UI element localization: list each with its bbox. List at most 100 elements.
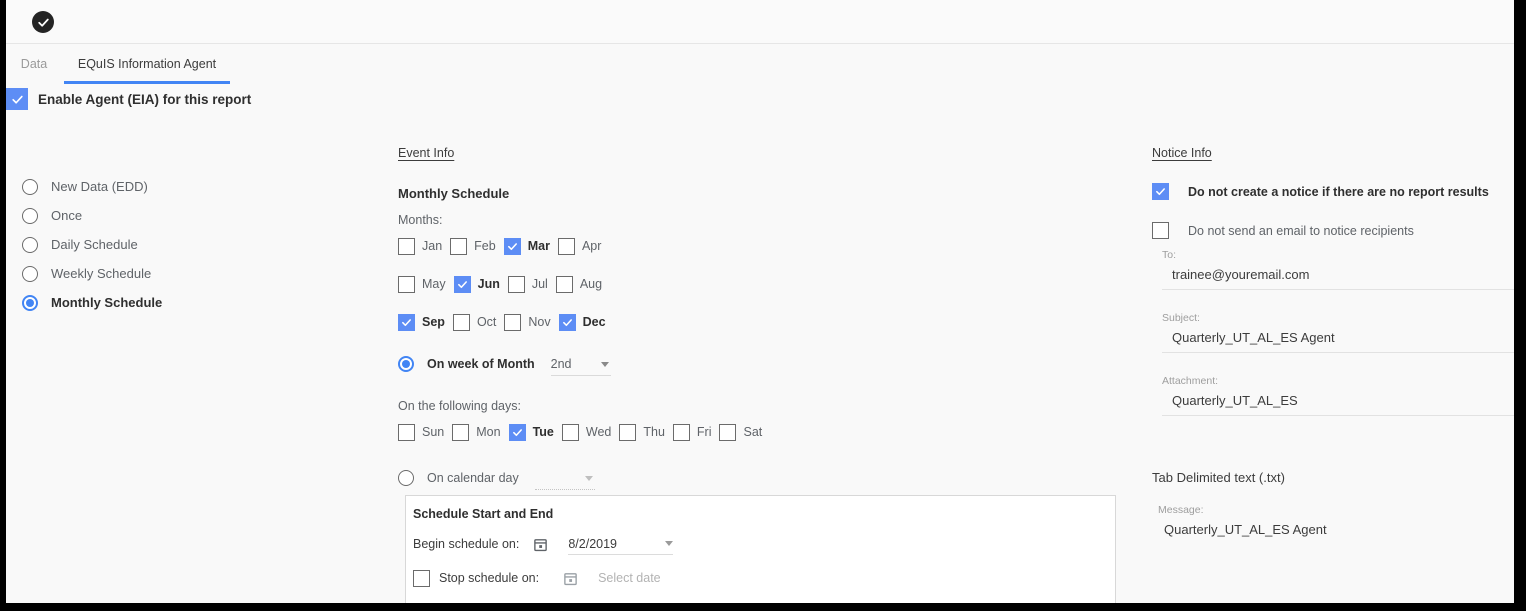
- month-jan-box[interactable]: [398, 237, 415, 255]
- day-checkbox-wed[interactable]: Wed: [561, 423, 619, 441]
- month-checkbox-feb[interactable]: Feb: [450, 237, 504, 255]
- notice-info-heading: Notice Info: [1152, 146, 1212, 160]
- day-checkbox-sun[interactable]: Sun: [398, 423, 452, 441]
- month-mar-box[interactable]: [503, 237, 521, 255]
- month-nov-box[interactable]: [504, 313, 522, 331]
- radio-new-data-edd[interactable]: New Data (EDD): [22, 172, 162, 201]
- month-oct-label: Oct: [476, 315, 497, 329]
- day-checkbox-sat[interactable]: Sat: [719, 423, 770, 441]
- subject-field-label: Subject:: [1162, 312, 1200, 324]
- month-oct-box[interactable]: [452, 313, 470, 331]
- radio-daily-schedule-control[interactable]: [22, 236, 38, 253]
- day-checkbox-thu[interactable]: Thu: [619, 423, 673, 441]
- day-checkbox-mon[interactable]: Mon: [452, 423, 508, 441]
- month-checkbox-jun[interactable]: Jun: [453, 275, 508, 293]
- on-week-of-month-row[interactable]: On week of Month 2nd: [398, 349, 1118, 379]
- month-sep-box[interactable]: [398, 313, 415, 331]
- no-results-notice-row[interactable]: Do not create a notice if there are no r…: [1152, 183, 1514, 200]
- schedule-type-radio-group: New Data (EDD) Once Daily Schedule Weekl…: [22, 172, 162, 317]
- month-checkbox-aug[interactable]: Aug: [555, 275, 610, 293]
- month-feb-box[interactable]: [450, 237, 468, 255]
- enable-agent-checkbox[interactable]: [6, 88, 28, 110]
- month-jul-box[interactable]: [507, 275, 525, 293]
- calendar-icon[interactable]: [533, 537, 548, 552]
- month-checkbox-nov[interactable]: Nov: [504, 313, 558, 331]
- stop-schedule-checkbox[interactable]: [413, 569, 430, 587]
- schedule-start-end-panel: Schedule Start and End Begin schedule on…: [405, 495, 1116, 603]
- check-circle-icon[interactable]: [32, 11, 54, 33]
- day-thu-box[interactable]: [619, 423, 637, 441]
- day-sun-box[interactable]: [398, 423, 415, 441]
- day-checkbox-fri[interactable]: Fri: [672, 423, 720, 441]
- month-may-label: May: [422, 277, 446, 291]
- following-days-label: On the following days:: [398, 399, 521, 413]
- month-apr-label: Apr: [581, 239, 602, 253]
- enable-agent-label: Enable Agent (EIA) for this report: [38, 91, 252, 107]
- tab-data[interactable]: Data: [8, 44, 60, 84]
- on-calendar-day-row[interactable]: On calendar day: [398, 463, 1118, 493]
- month-checkbox-oct[interactable]: Oct: [452, 313, 504, 331]
- radio-weekly-schedule[interactable]: Weekly Schedule: [22, 259, 162, 288]
- tab-bar: Data EQuIS Information Agent: [6, 44, 1514, 84]
- schedule-start-end-title: Schedule Start and End: [413, 507, 554, 521]
- day-thu-label: Thu: [643, 425, 665, 439]
- no-results-notice-checkbox[interactable]: [1152, 183, 1169, 200]
- radio-monthly-schedule-control[interactable]: [22, 294, 38, 311]
- radio-once-control[interactable]: [22, 207, 38, 224]
- month-checkbox-apr[interactable]: Apr: [557, 237, 609, 255]
- attachment-field-label: Attachment:: [1162, 375, 1219, 387]
- top-bar: [6, 0, 1514, 44]
- month-checkbox-may[interactable]: May: [398, 275, 454, 293]
- subject-field: Subject: Quarterly_UT_AL_ES Agent: [1162, 312, 1514, 353]
- months-row-1: Jan Feb Mar Apr: [398, 227, 1118, 265]
- app-window: Data EQuIS Information Agent Enable Agen…: [6, 0, 1514, 603]
- day-wed-label: Wed: [585, 425, 612, 439]
- event-info-heading: Event Info: [398, 146, 455, 160]
- month-dec-box[interactable]: [558, 313, 576, 331]
- tab-data-label: Data: [20, 57, 48, 71]
- month-checkbox-jul[interactable]: Jul: [507, 275, 556, 293]
- radio-monthly-schedule[interactable]: Monthly Schedule: [22, 288, 162, 317]
- day-wed-box[interactable]: [561, 423, 579, 441]
- day-sat-box[interactable]: [719, 423, 737, 441]
- radio-weekly-schedule-control[interactable]: [22, 265, 38, 282]
- month-apr-box[interactable]: [557, 237, 575, 255]
- month-aug-box[interactable]: [555, 275, 573, 293]
- to-field-value[interactable]: trainee@youremail.com: [1162, 261, 1514, 290]
- chevron-down-icon: [584, 475, 593, 481]
- day-fri-box[interactable]: [672, 423, 690, 441]
- month-sep-label: Sep: [422, 315, 445, 329]
- stop-date-input[interactable]: Select date: [598, 567, 703, 589]
- month-jun-box[interactable]: [453, 275, 471, 293]
- day-sat-label: Sat: [743, 425, 763, 439]
- radio-on-week-of-month[interactable]: [398, 356, 414, 372]
- begin-date-input[interactable]: 8/2/2019: [568, 533, 674, 555]
- stop-date-placeholder: Select date: [598, 571, 661, 585]
- radio-new-data-edd-control[interactable]: [22, 178, 38, 195]
- no-email-checkbox[interactable]: [1152, 222, 1169, 239]
- enable-agent-row[interactable]: Enable Agent (EIA) for this report: [6, 88, 251, 110]
- month-checkbox-mar[interactable]: Mar: [503, 237, 558, 255]
- month-may-box[interactable]: [398, 275, 415, 293]
- month-checkbox-dec[interactable]: Dec: [558, 313, 614, 331]
- month-nov-label: Nov: [528, 315, 551, 329]
- calendar-icon[interactable]: [563, 571, 578, 586]
- day-tue-box[interactable]: [508, 423, 526, 441]
- chevron-down-icon: [665, 541, 674, 546]
- calendar-day-select[interactable]: [534, 467, 595, 490]
- day-checkbox-tue[interactable]: Tue: [508, 423, 562, 441]
- attachment-field-value[interactable]: Quarterly_UT_AL_ES: [1162, 387, 1514, 416]
- file-type-label: Tab Delimited text (.txt): [1152, 470, 1285, 485]
- month-checkbox-sep[interactable]: Sep: [398, 313, 453, 331]
- day-mon-box[interactable]: [452, 423, 470, 441]
- month-jun-label: Jun: [477, 277, 500, 291]
- radio-on-calendar-day[interactable]: [398, 470, 414, 486]
- month-checkbox-jan[interactable]: Jan: [398, 237, 450, 255]
- message-field-value[interactable]: Quarterly_UT_AL_ES Agent: [1158, 516, 1514, 544]
- radio-once[interactable]: Once: [22, 201, 162, 230]
- tab-equis-information-agent[interactable]: EQuIS Information Agent: [64, 44, 230, 84]
- subject-field-value[interactable]: Quarterly_UT_AL_ES Agent: [1162, 324, 1514, 353]
- week-of-month-select[interactable]: 2nd: [550, 353, 611, 376]
- no-email-row[interactable]: Do not send an email to notice recipient…: [1152, 222, 1514, 239]
- radio-daily-schedule[interactable]: Daily Schedule: [22, 230, 162, 259]
